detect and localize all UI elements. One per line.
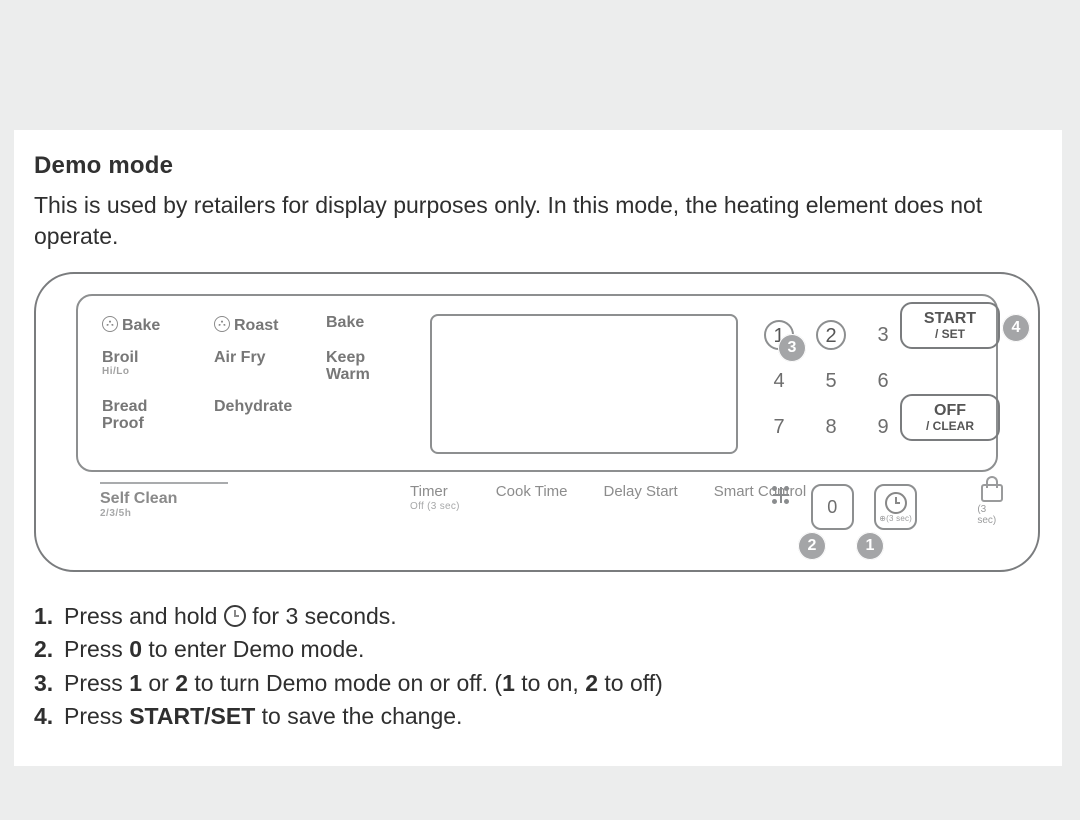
key-2[interactable]: 2 [816,320,846,350]
control-panel: Bake Roast Bake BroilHi/Lo Air Fry Keep … [34,272,1040,572]
lcd-display [430,314,738,454]
key-7[interactable]: 7 [764,416,794,439]
lock-icon [981,484,1003,502]
off-clear-group: OFF / CLEAR [900,394,1000,441]
clock-settings-button[interactable]: ⊕(3 sec) [874,484,917,530]
step-2: 2. Press 0 to enter Demo mode. [34,633,1044,666]
page: Demo mode This is used by retailers for … [0,0,1080,820]
key-4[interactable]: 4 [764,370,794,393]
section-description: This is used by retailers for display pu… [34,190,1034,252]
step-1: 1. Press and hold for 3 seconds. [34,600,1044,633]
brightness-icon[interactable] [770,484,791,506]
callout-4: 4 [1002,314,1030,342]
panel-inner: Bake Roast Bake BroilHi/Lo Air Fry Keep … [76,294,998,472]
off-clear-button[interactable]: OFF / CLEAR [900,394,1000,441]
key-5[interactable]: 5 [816,370,846,393]
mode-conv-roast[interactable]: Roast [214,314,298,335]
key-6[interactable]: 6 [868,370,898,393]
start-set-group: START / SET [900,302,1000,349]
start-set-button[interactable]: START / SET [900,302,1000,349]
key-3[interactable]: 3 [868,324,898,347]
fan-icon [214,316,230,332]
cook-time-button[interactable]: Cook Time [496,484,568,512]
extra-keys: 0 ⊕(3 sec) (3 sec) [770,484,1006,530]
key-8[interactable]: 8 [816,416,846,439]
mode-broil[interactable]: BroilHi/Lo [102,349,186,378]
clock-icon [885,492,907,514]
lock-button[interactable]: (3 sec) [977,484,1006,526]
key-0[interactable]: 0 [811,484,854,530]
callout-3: 3 [778,334,806,362]
instructions: 1. Press and hold for 3 seconds. 2. Pres… [34,600,1044,733]
section-title: Demo mode [34,152,1044,180]
document-sheet: Demo mode This is used by retailers for … [14,130,1062,766]
mode-bread-proof[interactable]: Bread Proof [102,398,186,433]
mode-air-fry[interactable]: Air Fry [214,349,298,367]
key-9[interactable]: 9 [868,416,898,439]
mode-keep-warm[interactable]: Keep Warm [326,349,410,384]
function-row: Timer Off (3 sec) Cook Time Delay Start … [410,484,806,512]
clock-icon [224,605,246,627]
mode-dehydrate[interactable]: Dehydrate [214,398,298,416]
mode-grid: Bake Roast Bake BroilHi/Lo Air Fry Keep … [102,314,412,447]
divider [100,482,228,484]
mode-bake[interactable]: Bake [326,314,410,332]
delay-start-button[interactable]: Delay Start [604,484,678,512]
callout-1: 1 [856,532,884,560]
callout-2: 2 [798,532,826,560]
timer-button[interactable]: Timer Off (3 sec) [410,484,460,512]
fan-icon [102,316,118,332]
step-3: 3. Press 1 or 2 to turn Demo mode on or … [34,667,1044,700]
mode-conv-bake[interactable]: Bake [102,314,186,335]
step-4: 4. Press START/SET to save the change. [34,700,1044,733]
